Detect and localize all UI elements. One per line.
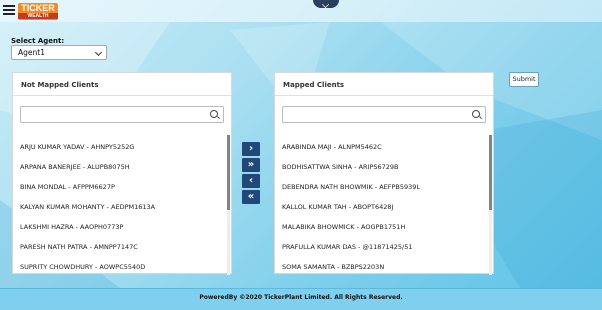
search-icon[interactable] — [210, 110, 218, 118]
list-item[interactable]: PARESH NATH PATRA - AMNPP7147C — [20, 243, 138, 251]
list-item[interactable]: ARPANA BANERJEE - ALUPB8075H — [20, 163, 130, 171]
list-item[interactable]: ARJU KUMAR YADAV - AHNPY5252G — [20, 143, 134, 151]
move-all-left-button[interactable]: « — [242, 190, 260, 204]
move-right-button[interactable]: › — [242, 142, 260, 156]
menu-icon[interactable] — [3, 5, 15, 15]
footer-copyright: PoweredBy ©2020 TickerPlant Limited. All… — [199, 294, 403, 301]
mapped-clients-panel: Mapped Clients ARABINDA MAJI - ALNPM5462… — [274, 72, 494, 275]
divider — [275, 95, 493, 96]
list-item[interactable]: SUPRITY CHOWDHURY - AOWPC5540D — [20, 263, 145, 271]
chevron-down-icon — [94, 48, 103, 57]
scroll-thumb[interactable] — [489, 135, 492, 210]
list-item[interactable]: SOMA SAMANTA - BZBPS2203N — [282, 263, 384, 271]
not-mapped-search-input[interactable] — [20, 106, 224, 123]
list-item[interactable]: BODHISATTWA SINHA - ARIPS6729B — [282, 163, 399, 171]
logo-text: TICKER — [21, 3, 55, 13]
mapped-search-input[interactable] — [282, 106, 486, 123]
not-mapped-clients-title: Not Mapped Clients — [21, 81, 99, 89]
list-item[interactable]: MALABIKA BHOWMICK - AOGPB1751H — [282, 223, 405, 231]
mapped-client-list: ARABINDA MAJI - ALNPM5462C BODHISATTWA S… — [275, 135, 491, 275]
search-icon[interactable] — [472, 110, 480, 118]
not-mapped-client-list: ARJU KUMAR YADAV - AHNPY5252G ARPANA BAN… — [13, 135, 229, 275]
list-item[interactable]: KALYAN KUMAR MOHANTY - AEDPM1613A — [20, 203, 155, 211]
footer-divider — [0, 288, 602, 289]
move-left-button[interactable]: ‹ — [242, 174, 260, 188]
select-agent-label: Select Agent: — [11, 37, 65, 45]
logo-subtext: WEALTH — [18, 13, 58, 19]
footer: PoweredBy ©2020 TickerPlant Limited. All… — [0, 288, 602, 310]
list-item[interactable]: LAKSHMI HAZRA - AAOPH0773P — [20, 223, 123, 231]
chevron-down-icon[interactable] — [313, 0, 339, 8]
agent-dropdown[interactable]: Agent1 — [11, 45, 107, 60]
mapped-clients-title: Mapped Clients — [283, 81, 345, 89]
scroll-thumb[interactable] — [227, 135, 230, 210]
list-item[interactable]: DEBENDRA NATH BHOWMIK - AEFPB5939L — [282, 183, 420, 191]
move-all-right-button[interactable]: » — [242, 158, 260, 172]
mapped-scrollbar[interactable] — [489, 135, 492, 275]
list-item[interactable]: BINA MONDAL - AFPPM6627P — [20, 183, 115, 191]
ticker-wealth-logo: TICKER WEALTH — [18, 3, 58, 20]
not-mapped-clients-panel: Not Mapped Clients ARJU KUMAR YADAV - AH… — [12, 72, 232, 275]
top-bar — [0, 0, 602, 22]
divider — [13, 95, 231, 96]
list-item[interactable]: KALLOL KUMAR TAH - ABOPT6428J — [282, 203, 393, 211]
list-item[interactable]: ARABINDA MAJI - ALNPM5462C — [282, 143, 382, 151]
submit-button[interactable]: Submit — [509, 72, 539, 87]
agent-selected-value: Agent1 — [18, 48, 45, 57]
list-item[interactable]: PRAFULLA KUMAR DAS - @11871425/51 — [282, 243, 413, 251]
not-mapped-scrollbar[interactable] — [227, 135, 230, 275]
